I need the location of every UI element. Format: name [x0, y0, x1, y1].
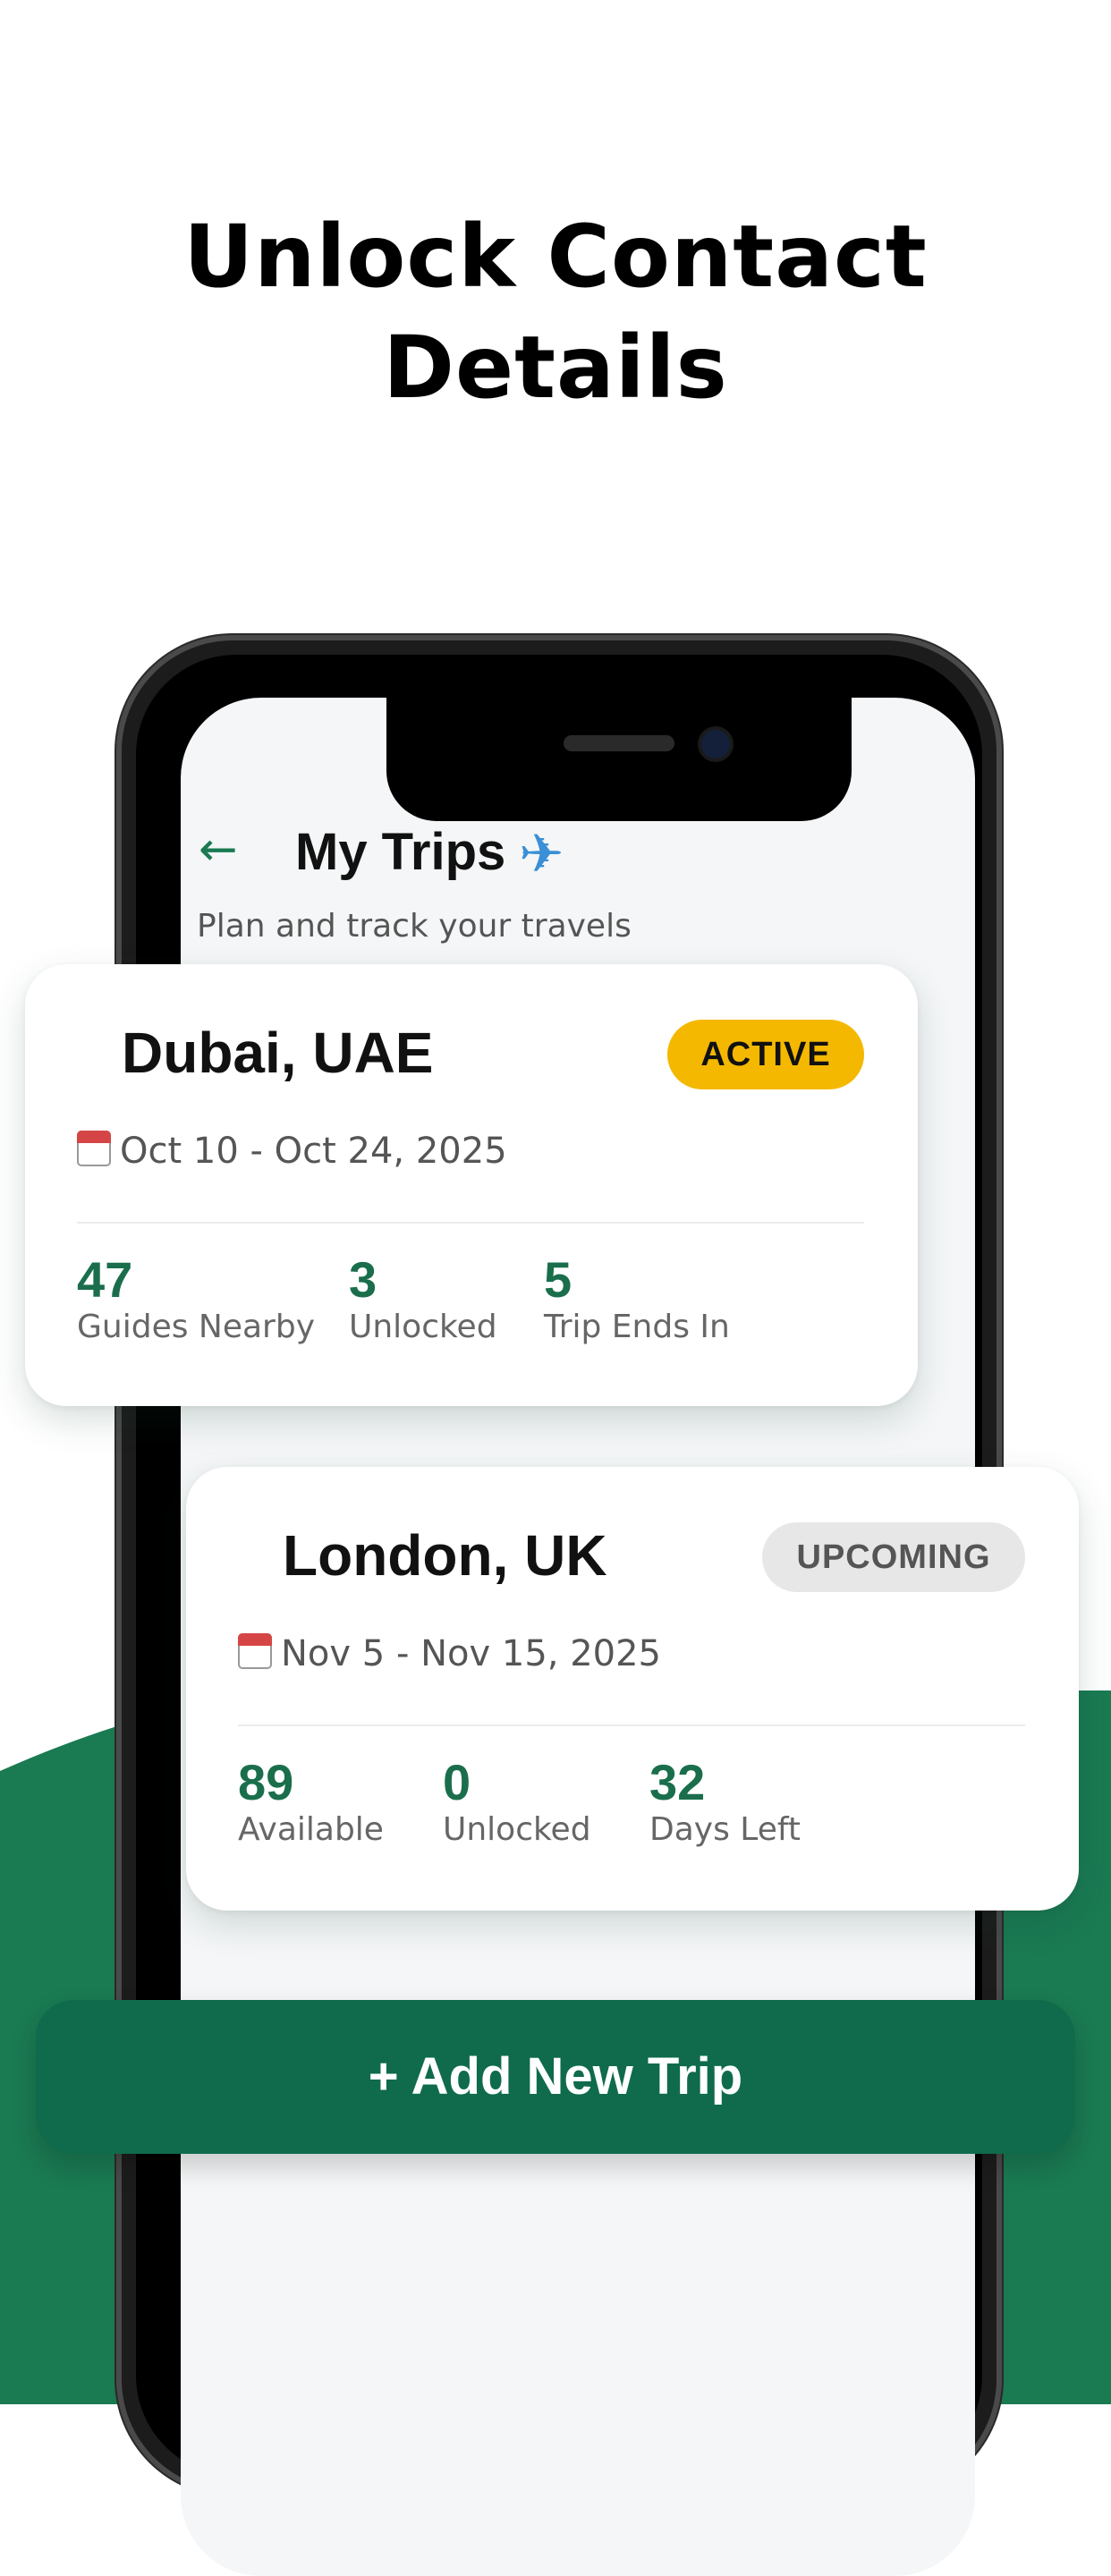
- add-new-trip-button[interactable]: + Add New Trip: [36, 2000, 1075, 2154]
- stat-label: Unlocked: [443, 1811, 591, 1848]
- calendar-icon: [77, 1131, 111, 1166]
- card-divider: [77, 1222, 864, 1224]
- trip-city: Dubai, UAE: [122, 1021, 434, 1085]
- stat-label: Trip Ends In: [544, 1309, 730, 1345]
- stat-label: Guides Nearby: [77, 1309, 316, 1345]
- card-divider: [238, 1724, 1025, 1726]
- trip-city: London, UK: [283, 1523, 607, 1588]
- stat-value: 0: [443, 1754, 471, 1810]
- calendar-icon: [238, 1633, 272, 1669]
- front-camera: [701, 730, 730, 758]
- stat-label: Available: [238, 1811, 384, 1848]
- trip-card-london[interactable]: London, UK UPCOMING Nov 5 - Nov 15, 2025…: [186, 1467, 1079, 1911]
- screen-subtitle: Plan and track your travels: [197, 908, 632, 945]
- back-arrow-icon[interactable]: ←: [199, 823, 238, 877]
- airplane-icon: ✈: [519, 823, 564, 886]
- trip-card-dubai[interactable]: Dubai, UAE ACTIVE Oct 10 - Oct 24, 2025 …: [25, 964, 918, 1406]
- stat-label: Days Left: [649, 1811, 801, 1848]
- stat-days-left: 32 Days Left: [649, 1755, 801, 1850]
- trip-dates: Nov 5 - Nov 15, 2025: [238, 1633, 661, 1674]
- stat-value: 5: [544, 1251, 572, 1308]
- stat-value: 47: [77, 1251, 133, 1308]
- trip-dates-text: Nov 5 - Nov 15, 2025: [281, 1633, 661, 1674]
- stat-available: 89 Available: [238, 1755, 384, 1850]
- stat-trip-ends-in: 5 Trip Ends In: [544, 1252, 730, 1347]
- screen-title: My Trips: [295, 823, 506, 881]
- stat-value: 3: [349, 1251, 377, 1308]
- stat-label: Unlocked: [349, 1309, 497, 1345]
- stat-unlocked: 0 Unlocked: [443, 1755, 591, 1850]
- speaker-grille: [564, 735, 674, 751]
- stat-value: 89: [238, 1754, 294, 1810]
- stat-value: 32: [649, 1754, 706, 1810]
- headline: Unlock Contact Details: [0, 201, 1111, 423]
- trip-dates-text: Oct 10 - Oct 24, 2025: [120, 1131, 507, 1172]
- headline-line-2: Details: [383, 318, 728, 418]
- phone-notch: [386, 698, 852, 821]
- stat-unlocked: 3 Unlocked: [349, 1252, 497, 1347]
- status-badge: UPCOMING: [762, 1522, 1025, 1592]
- headline-line-1: Unlock Contact: [183, 207, 928, 307]
- stat-guides-nearby: 47 Guides Nearby: [77, 1252, 315, 1347]
- status-badge: ACTIVE: [667, 1020, 864, 1089]
- trip-dates: Oct 10 - Oct 24, 2025: [77, 1131, 507, 1172]
